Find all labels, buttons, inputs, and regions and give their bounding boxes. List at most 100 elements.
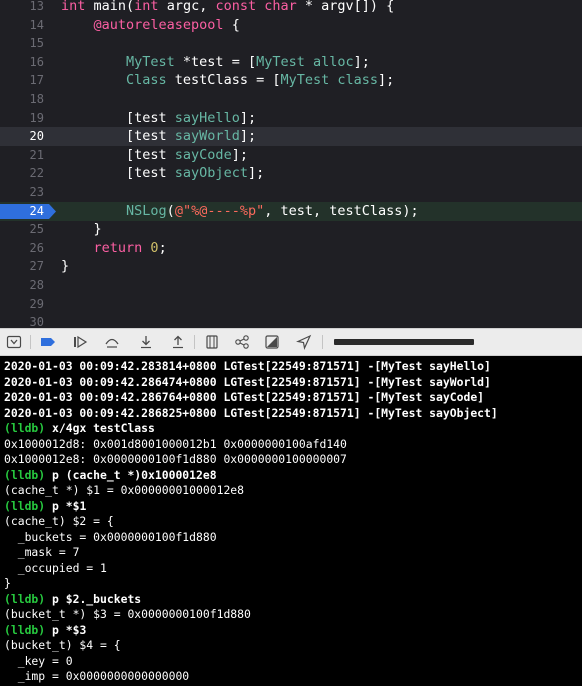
code-token: sayCode bbox=[174, 146, 232, 163]
code-line[interactable]: 30 bbox=[0, 313, 582, 328]
code-token: } bbox=[61, 221, 102, 238]
line-number: 26 bbox=[29, 240, 44, 255]
code-token: MyTest bbox=[256, 53, 305, 70]
code-token: } bbox=[61, 258, 70, 275]
code-text: Class testClass = [MyTest class]; bbox=[61, 71, 394, 90]
code-text: [test sayWorld]; bbox=[61, 127, 256, 146]
code-token: return bbox=[61, 239, 143, 256]
code-token: sayObject bbox=[174, 165, 248, 182]
line-number: 27 bbox=[29, 259, 44, 274]
code-line[interactable]: 18 bbox=[0, 90, 582, 109]
line-number: 16 bbox=[29, 54, 44, 69]
process-name-redacted bbox=[334, 339, 474, 345]
step-into-icon[interactable] bbox=[138, 334, 154, 350]
code-line[interactable]: 29 bbox=[0, 295, 582, 314]
lldb-output-line: _mask = 7 bbox=[4, 545, 80, 559]
debug-console[interactable]: 2020-01-03 00:09:42.283814+0800 LGTest[2… bbox=[0, 356, 582, 686]
step-out-icon[interactable] bbox=[170, 334, 186, 350]
code-token: * argv[]) { bbox=[296, 0, 395, 14]
code-text: int main(int argc, const char * argv[]) … bbox=[61, 0, 394, 16]
code-text: MyTest *test = [MyTest alloc]; bbox=[61, 53, 370, 72]
code-line[interactable]: 13 int main(int argc, const char * argv[]… bbox=[0, 0, 582, 16]
environment-overrides-icon[interactable] bbox=[264, 334, 280, 350]
code-token: ; bbox=[158, 239, 167, 256]
debug-memory-graph-icon[interactable] bbox=[234, 334, 250, 350]
lldb-output-line: _imp = 0x0000000000000000 bbox=[4, 669, 190, 683]
code-line-current[interactable]: 20 [test sayWorld]; bbox=[0, 127, 582, 147]
code-token: [test bbox=[61, 146, 175, 163]
code-token: class bbox=[337, 72, 379, 89]
code-token: , test, testClass); bbox=[264, 202, 419, 219]
code-text: NSLog(@"%@----%p", test, testClass); bbox=[61, 202, 419, 221]
code-token: ]; bbox=[378, 72, 395, 89]
code-line[interactable]: 27} bbox=[0, 257, 582, 276]
lldb-output-line: (cache_t *) $1 = 0x00000001000012e8 bbox=[4, 483, 245, 497]
simulate-location-icon[interactable] bbox=[296, 334, 312, 350]
log-line: 2020-01-03 00:09:42.283814+0800 LGTest[2… bbox=[4, 359, 491, 373]
debug-view-hierarchy-icon[interactable] bbox=[204, 334, 220, 350]
code-text: } bbox=[61, 220, 102, 239]
code-text: } bbox=[61, 257, 69, 276]
code-token: @autoreleasepool bbox=[61, 16, 224, 33]
code-line[interactable]: 19 [test sayHello]; bbox=[0, 109, 582, 128]
lldb-command-line: (lldb) x/4gx testClass bbox=[4, 421, 155, 436]
debug-toolbar bbox=[0, 328, 582, 356]
code-token: int bbox=[61, 0, 86, 14]
lldb-output-line: 0x1000012d8: 0x001d8001000012b1 0x000000… bbox=[4, 436, 347, 451]
lldb-command-text: x/4gx testClass bbox=[45, 421, 155, 435]
code-line[interactable]: 17 Class testClass = [MyTest class]; bbox=[0, 71, 582, 90]
source-editor[interactable]: 13 int main(int argc, const char * argv[]… bbox=[0, 0, 582, 328]
code-token: ( bbox=[166, 202, 175, 219]
code-line-breakpoint[interactable]: 24 NSLog(@"%@----%p", test, testClass); bbox=[0, 201, 582, 221]
code-line[interactable]: 22 [test sayObject]; bbox=[0, 164, 582, 183]
code-line[interactable]: 16 MyTest *test = [MyTest alloc]; bbox=[0, 53, 582, 72]
code-token: [test bbox=[61, 128, 175, 145]
line-number: 15 bbox=[29, 36, 44, 51]
code-token: ]; bbox=[353, 53, 370, 70]
code-line[interactable]: 21 [test sayCode]; bbox=[0, 146, 582, 165]
lldb-output-line: 0x1000012e8: 0x0000000100f1d880 0x000000… bbox=[4, 452, 347, 466]
lldb-output-line: _key = 0 bbox=[4, 653, 73, 668]
line-number: 22 bbox=[29, 166, 44, 181]
code-token: ]; bbox=[239, 128, 257, 145]
code-line[interactable]: 26 return 0; bbox=[0, 239, 582, 258]
lldb-prompt: (lldb) bbox=[4, 498, 46, 513]
code-line[interactable]: 14 @autoreleasepool { bbox=[0, 16, 582, 35]
continue-icon[interactable] bbox=[72, 334, 88, 350]
lldb-command-text: p *$1 bbox=[45, 498, 87, 513]
code-text: [test sayObject]; bbox=[61, 164, 264, 183]
code-line[interactable]: 23 bbox=[0, 183, 582, 202]
lldb-command-text: p *$3 bbox=[45, 622, 87, 637]
lldb-output-line: (bucket_t) $4 = { bbox=[4, 638, 121, 652]
code-token: Class bbox=[61, 72, 167, 89]
line-number: 23 bbox=[29, 185, 44, 199]
lldb-output-line: } bbox=[4, 576, 11, 590]
code-line[interactable]: 15 bbox=[0, 34, 582, 53]
log-line: 2020-01-03 00:09:42.286825+0800 LGTest[2… bbox=[4, 405, 498, 420]
line-number: 24 bbox=[29, 203, 44, 218]
code-line[interactable]: 28 bbox=[0, 276, 582, 295]
code-token: [test bbox=[61, 165, 175, 182]
code-token: sayWorld bbox=[174, 128, 240, 145]
line-number: 13 bbox=[29, 0, 44, 13]
line-number: 30 bbox=[29, 315, 44, 328]
breakpoints-toggle-icon[interactable] bbox=[40, 334, 56, 350]
lldb-output-line: _occupied = 1 bbox=[4, 560, 107, 575]
code-token: main( bbox=[85, 0, 135, 14]
code-token: sayHello bbox=[174, 109, 240, 126]
hide-debug-area-icon[interactable] bbox=[6, 334, 22, 350]
line-number: 19 bbox=[29, 110, 44, 125]
lldb-command-text: p $2._buckets bbox=[45, 591, 142, 606]
lldb-prompt: (lldb) bbox=[4, 467, 46, 482]
code-token: ]; bbox=[231, 146, 248, 163]
lldb-output-line: (bucket_t *) $3 = 0x0000000100f1d880 bbox=[4, 607, 251, 621]
lldb-output-line: (cache_t) $2 = { bbox=[4, 514, 114, 528]
step-over-icon[interactable] bbox=[104, 334, 120, 350]
lldb-command-text: p (cache_t *)0x1000012e8 bbox=[45, 467, 217, 482]
code-token: alloc bbox=[313, 53, 354, 70]
code-token: int bbox=[134, 0, 159, 14]
code-token: { bbox=[223, 16, 240, 33]
code-line[interactable]: 25 } bbox=[0, 220, 582, 239]
log-line: 2020-01-03 00:09:42.286474+0800 LGTest[2… bbox=[4, 374, 491, 389]
